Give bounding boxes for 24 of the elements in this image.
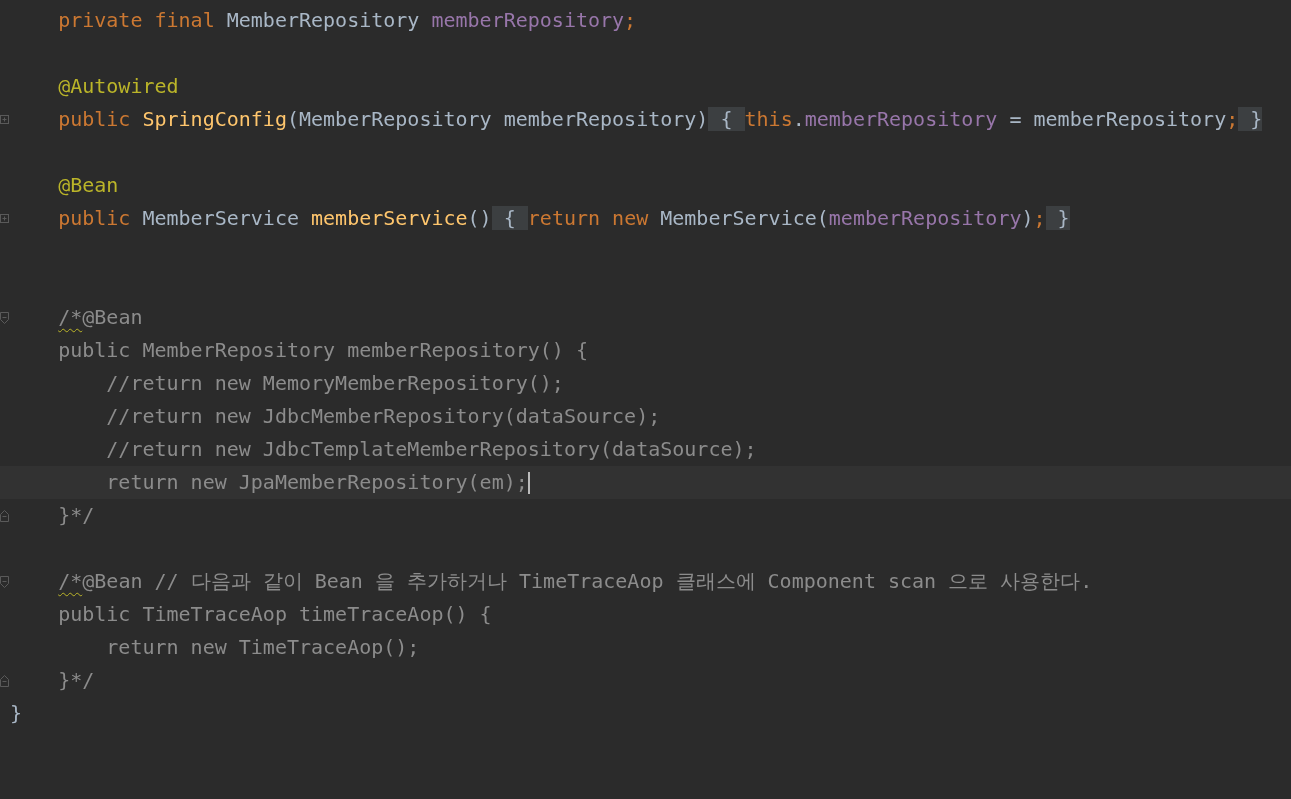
fold-end-icon[interactable] <box>0 509 9 522</box>
code-line: /*@Bean // 다음과 같이 Bean 을 추가하거나 TimeTraceAop 클래스에 Component scan 으로 사용한다. <box>57 568 1093 595</box>
code-line: @Autowired <box>57 73 179 100</box>
code-line: /*@Bean <box>57 304 143 331</box>
code-line: } <box>10 700 23 727</box>
code-line: private final MemberRepository memberRepository; <box>57 7 637 34</box>
code-line: public MemberService memberService() { return new MemberService(memberRepository); } <box>57 205 1070 232</box>
code-line: public SpringConfig(MemberRepository memberRepository) { this.memberRepository = memberRepository; } <box>57 106 1263 133</box>
expand-icon[interactable] <box>0 213 9 224</box>
code-line: }*/ <box>57 667 95 694</box>
code-line: public TimeTraceAop timeTraceAop() { <box>57 601 492 628</box>
fold-end-icon[interactable] <box>0 674 9 687</box>
fold-start-icon[interactable] <box>0 311 9 324</box>
code-line: @Bean <box>57 172 119 199</box>
code-line: }*/ <box>57 502 95 529</box>
code-line: //return new MemoryMemberRepository(); <box>105 370 564 397</box>
text-caret <box>527 471 530 494</box>
code-line: return new JpaMemberRepository(em); <box>105 469 528 496</box>
code-line: return new TimeTraceAop(); <box>105 634 420 661</box>
expand-icon[interactable] <box>0 114 9 125</box>
code-line: //return new JdbcMemberRepository(dataSource); <box>105 403 661 430</box>
code-line: //return new JdbcTemplateMemberRepository(dataSource); <box>105 436 757 463</box>
code-line: public MemberRepository memberRepository() { <box>57 337 588 364</box>
fold-start-icon[interactable] <box>0 575 9 588</box>
